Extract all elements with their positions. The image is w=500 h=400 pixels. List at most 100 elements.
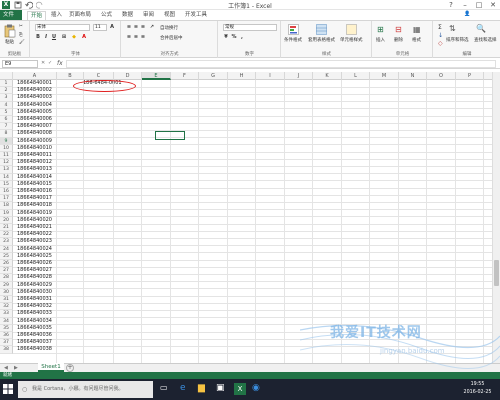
cell-a[interactable]: 18664840027 xyxy=(17,267,52,274)
tab-formulas[interactable]: 公式 xyxy=(98,11,115,20)
align-left-icon[interactable]: ≡ xyxy=(126,34,132,40)
cancel-icon[interactable]: ✕ xyxy=(41,60,45,66)
row-header[interactable]: 5 xyxy=(0,108,13,116)
sort-filter-icon[interactable]: ⇅ xyxy=(449,24,456,33)
insert-function-icon[interactable]: fx xyxy=(57,60,63,67)
row-header[interactable]: 12 xyxy=(0,159,13,167)
number-format-dropdown[interactable]: 常规 xyxy=(223,24,277,31)
row-header[interactable]: 33 xyxy=(0,310,13,318)
row-header[interactable]: 17 xyxy=(0,195,13,203)
cut-icon[interactable]: ✂ xyxy=(19,24,23,29)
cell-a[interactable]: 18664840026 xyxy=(17,260,52,267)
cell-a[interactable]: 18664840030 xyxy=(17,289,52,296)
format-painter-icon[interactable]: 🖌 xyxy=(19,40,25,45)
row-header[interactable]: 7 xyxy=(0,123,13,131)
tab-insert[interactable]: 插入 xyxy=(48,11,65,20)
cortana-search-box[interactable]: ○ 我是 Cortana，小娜。有问题尽管问我。 xyxy=(18,381,153,398)
cell-a[interactable]: 18664840016 xyxy=(17,188,52,195)
format-as-table-icon[interactable] xyxy=(316,24,327,35)
minimize-button[interactable]: – xyxy=(458,0,472,10)
row-header[interactable]: 1 xyxy=(0,80,13,88)
maximize-button[interactable]: □ xyxy=(472,0,486,10)
row-header[interactable]: 21 xyxy=(0,224,13,232)
fill-icon[interactable]: ↓ xyxy=(438,32,443,39)
row-header[interactable]: 13 xyxy=(0,166,13,174)
cell-a[interactable]: 18664840009 xyxy=(17,138,52,145)
merge-center-button[interactable]: 合并后居中 xyxy=(160,35,183,41)
sheet-tab[interactable]: Sheet1 xyxy=(38,363,64,372)
row-header[interactable]: 19 xyxy=(0,209,13,217)
system-clock[interactable]: 19:55 2016-02-25 xyxy=(455,381,500,399)
row-header[interactable]: 27 xyxy=(0,267,13,275)
tab-data[interactable]: 数据 xyxy=(119,11,136,20)
row-header[interactable]: 14 xyxy=(0,173,13,181)
cell-a[interactable]: 18664840013 xyxy=(17,166,52,173)
row-header[interactable]: 11 xyxy=(0,152,13,160)
cell-a[interactable]: 18664840005 xyxy=(17,109,52,116)
row-header[interactable]: 4 xyxy=(0,101,13,109)
row-header[interactable]: 29 xyxy=(0,281,13,289)
underline-button[interactable]: U xyxy=(51,34,57,40)
cell-a[interactable]: 18664840020 xyxy=(17,217,52,224)
select-all-corner[interactable] xyxy=(0,72,13,80)
windows-start-icon[interactable] xyxy=(2,383,14,395)
column-header-b[interactable]: B xyxy=(57,72,84,80)
row-header[interactable]: 25 xyxy=(0,252,13,260)
percent-button[interactable]: % xyxy=(231,34,237,40)
orientation-icon[interactable]: ↗ xyxy=(149,24,155,30)
column-header-a[interactable]: A xyxy=(13,72,57,80)
column-header-e[interactable]: E xyxy=(142,72,171,80)
cell-a[interactable]: 18664840008 xyxy=(17,130,52,137)
cell-a[interactable]: 18664840034 xyxy=(17,318,52,325)
column-header-l[interactable]: L xyxy=(342,72,370,80)
row-header[interactable]: 34 xyxy=(0,317,13,325)
cell-a[interactable]: 18664840028 xyxy=(17,274,52,281)
align-right-icon[interactable]: ≡ xyxy=(140,34,146,40)
cell-a[interactable]: 18664840036 xyxy=(17,332,52,339)
scroll-left-icon[interactable]: ◀ xyxy=(4,365,8,371)
row-header[interactable]: 36 xyxy=(0,332,13,340)
vertical-scroll-thumb[interactable] xyxy=(494,260,499,286)
row-header[interactable]: 32 xyxy=(0,303,13,311)
row-header[interactable]: 26 xyxy=(0,260,13,268)
scroll-right-icon[interactable]: ▶ xyxy=(14,365,18,371)
paste-icon[interactable] xyxy=(4,24,16,38)
row-header[interactable]: 28 xyxy=(0,274,13,282)
row-header[interactable]: 31 xyxy=(0,296,13,304)
cell-a[interactable]: 18664840011 xyxy=(17,152,52,159)
row-header[interactable]: 24 xyxy=(0,245,13,253)
edge-icon[interactable]: e xyxy=(180,383,192,395)
cell-a[interactable]: 18664840033 xyxy=(17,310,52,317)
row-header[interactable]: 37 xyxy=(0,339,13,347)
clear-icon[interactable]: ◇ xyxy=(438,40,443,47)
row-header[interactable]: 38 xyxy=(0,346,13,354)
tab-page-layout[interactable]: 页面布局 xyxy=(66,11,94,20)
cell-a[interactable]: 18664840037 xyxy=(17,339,52,346)
help-icon[interactable]: ? xyxy=(444,0,458,10)
cell-a[interactable]: 18664840015 xyxy=(17,181,52,188)
column-header-d[interactable]: D xyxy=(114,72,142,80)
column-header-k[interactable]: K xyxy=(313,72,342,80)
cell-a[interactable]: 18664840035 xyxy=(17,325,52,332)
cell-a[interactable]: 18664840022 xyxy=(17,231,52,238)
column-header-i[interactable]: I xyxy=(256,72,285,80)
cell-a[interactable]: 18664840021 xyxy=(17,224,52,231)
fill-color-icon[interactable]: ◆ xyxy=(71,34,77,40)
cell-a[interactable]: 18664840024 xyxy=(17,246,52,253)
column-header-o[interactable]: O xyxy=(427,72,456,80)
tab-home[interactable]: 开始 xyxy=(27,11,47,20)
autosum-icon[interactable]: Σ xyxy=(438,24,442,31)
row-header[interactable]: 18 xyxy=(0,202,13,210)
app-taskbar-icon[interactable]: ◉ xyxy=(252,383,264,395)
name-box[interactable]: E9 xyxy=(2,60,38,68)
tab-developer[interactable]: 开发工具 xyxy=(182,11,210,20)
align-bottom-icon[interactable]: ≡ xyxy=(140,24,146,30)
wrap-text-button[interactable]: 自动换行 xyxy=(160,25,178,31)
cell-a[interactable]: 18664840018 xyxy=(17,202,52,209)
row-header[interactable]: 20 xyxy=(0,216,13,224)
cell-a[interactable]: 18664840017 xyxy=(17,195,52,202)
row-header[interactable]: 6 xyxy=(0,116,13,124)
cell-a[interactable]: 18664840019 xyxy=(17,210,52,217)
selected-cell-outline[interactable] xyxy=(155,131,185,140)
tab-view[interactable]: 视图 xyxy=(161,11,178,20)
